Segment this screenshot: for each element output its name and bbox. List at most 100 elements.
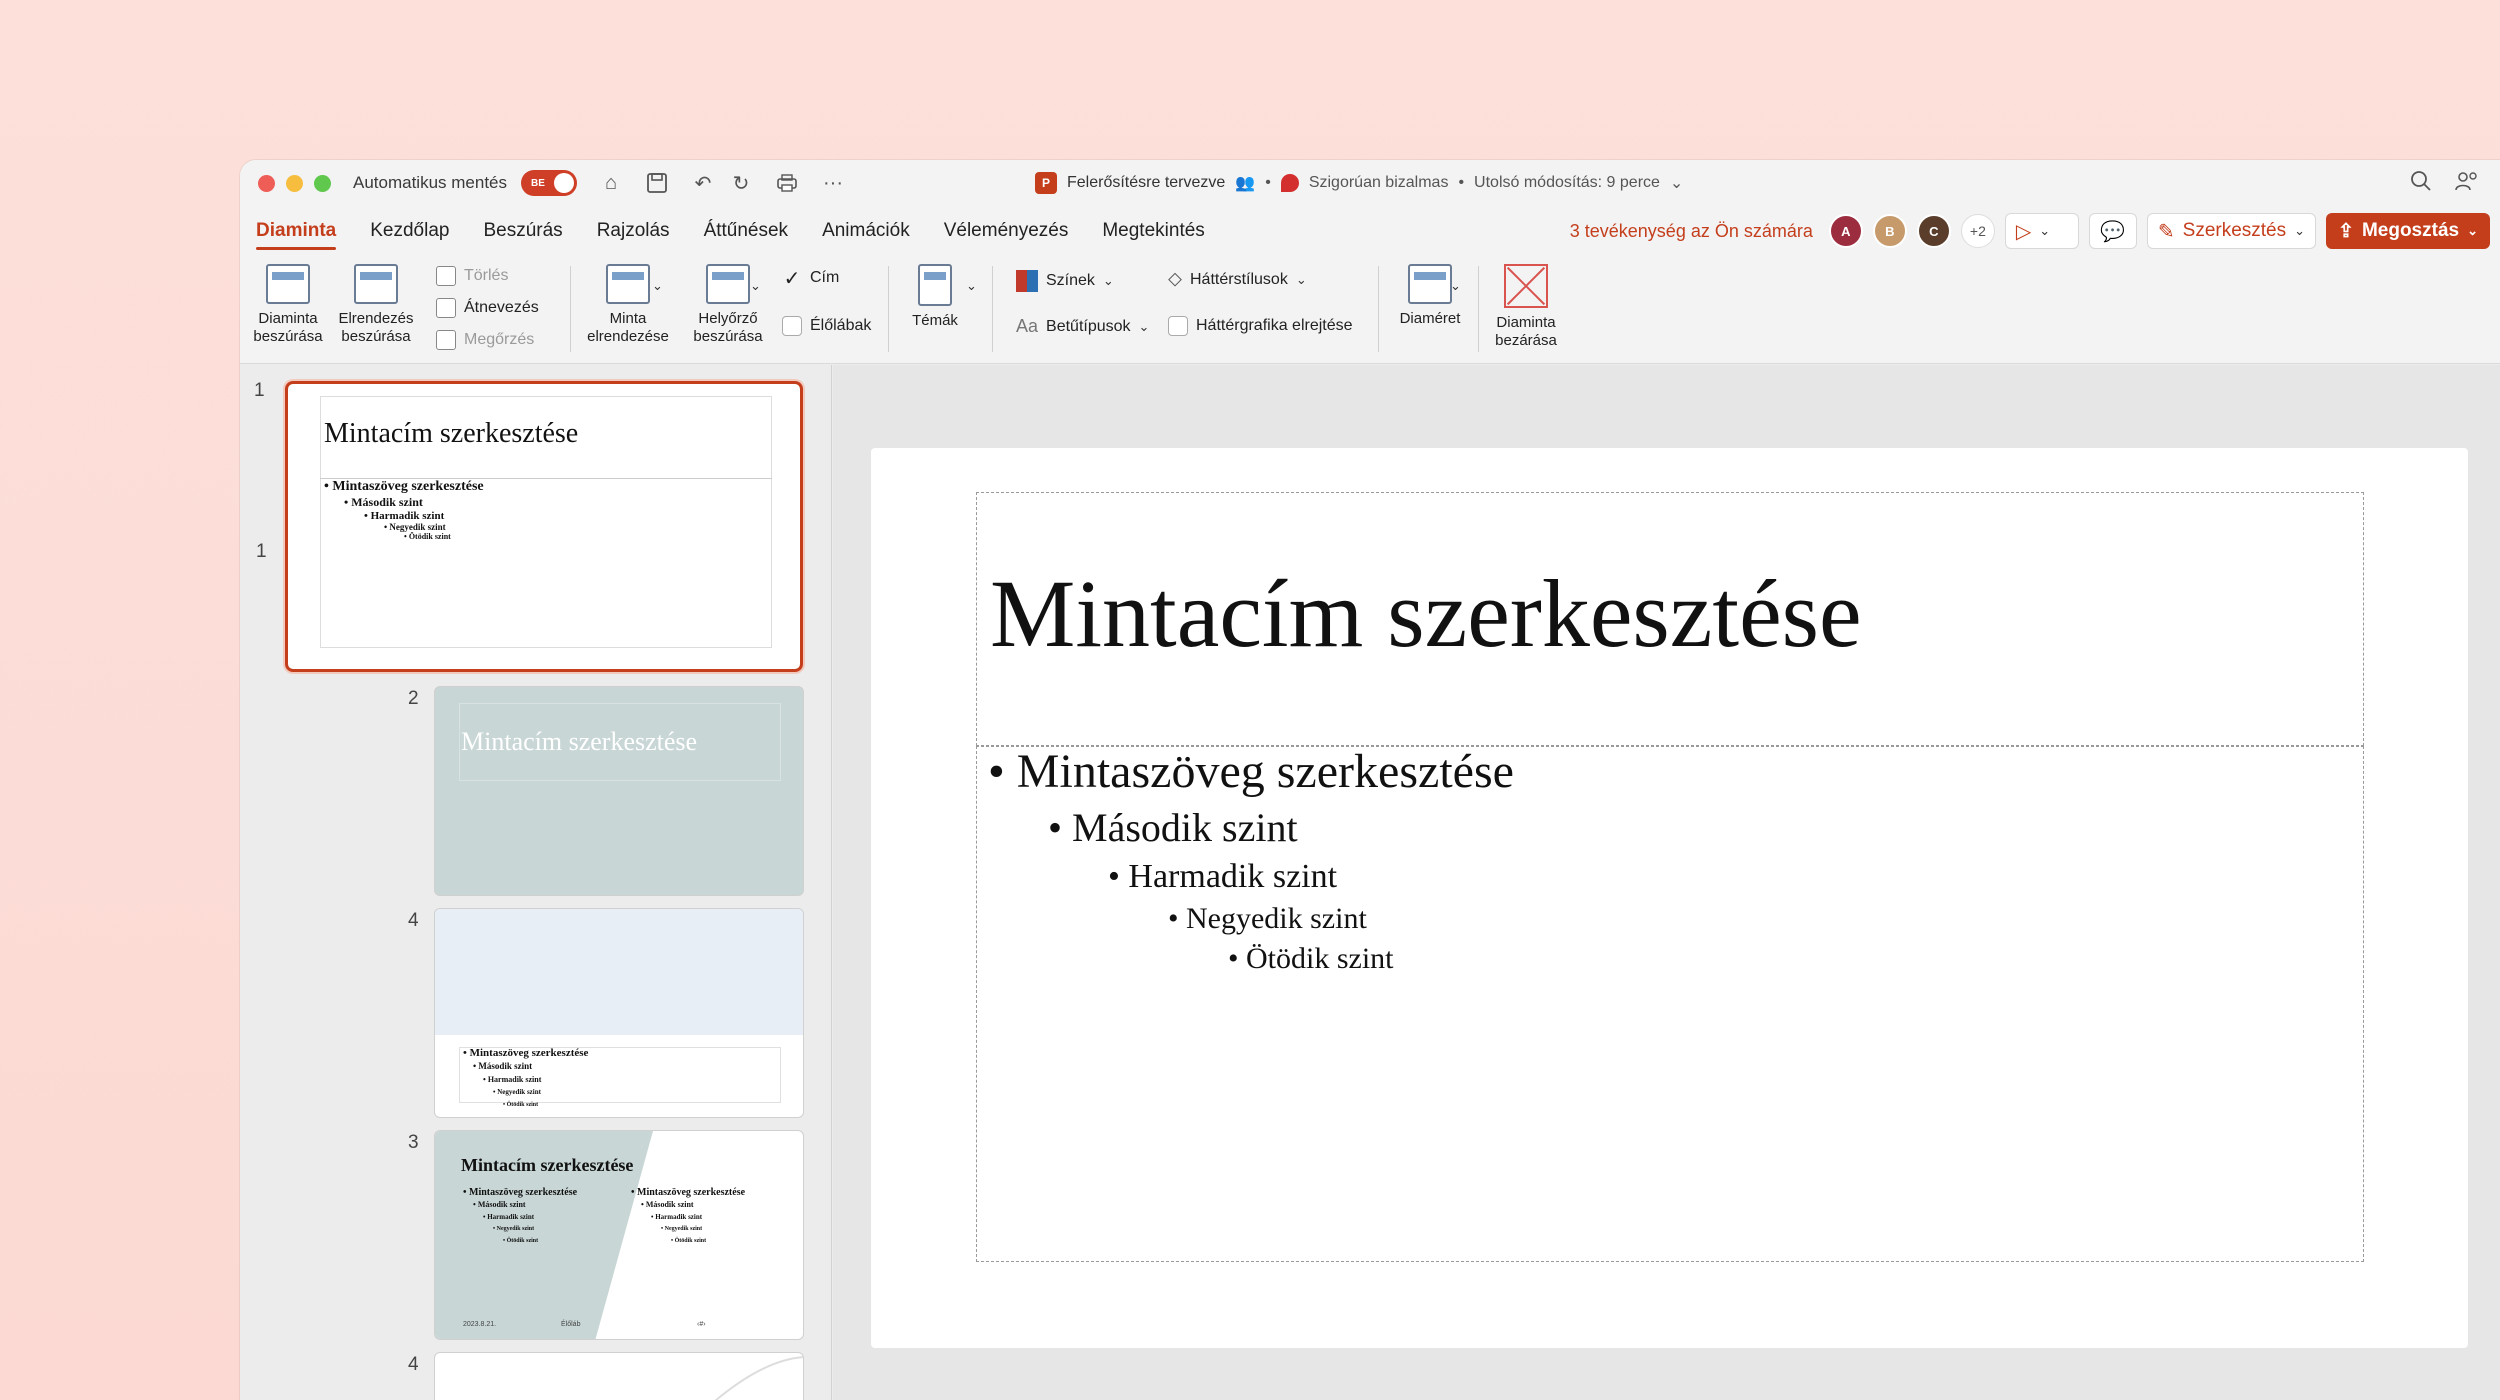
home-icon[interactable]: ⌂: [599, 171, 623, 195]
activity-link[interactable]: 3 tevékenység az Ön számára: [1570, 221, 1813, 242]
chevron-down-icon[interactable]: ⌄: [652, 278, 663, 294]
autosave-toggle-state: BE: [531, 177, 545, 189]
slide-size-button[interactable]: Diaméret: [1390, 264, 1470, 328]
body-level-4[interactable]: • Negyedik szint: [1168, 902, 1367, 936]
thumbnail-master[interactable]: Mintacím szerkesztése • Mintaszöveg szer…: [285, 381, 803, 672]
tab-kezdolap[interactable]: Kezdőlap: [370, 206, 449, 256]
checkmark-icon: ✓: [783, 267, 801, 290]
thumb-body-right: • Mintaszöveg szerkesztése • Második szi…: [631, 1187, 746, 1244]
more-icon[interactable]: ···: [821, 171, 845, 195]
thumbnail-layout[interactable]: Mintacím szerkesztése: [434, 686, 804, 896]
background-styles-button[interactable]: ⬦ Háttérstílusok ⌄: [1168, 268, 1307, 291]
thumb-title: Mintacím szerkesztése: [461, 727, 698, 756]
insert-master-button[interactable]: Diaminta beszúrása: [250, 264, 326, 346]
thumb-number: 1: [254, 380, 265, 401]
undo-icon[interactable]: ↶: [691, 171, 715, 195]
tab-rajzolas[interactable]: Rajzolás: [597, 206, 670, 256]
thumb-number: 3: [408, 1132, 419, 1153]
master-layout-button[interactable]: Minta elrendezése: [580, 264, 676, 346]
body-level-3[interactable]: • Harmadik szint: [1108, 858, 1337, 896]
close-icon: [1504, 264, 1548, 308]
tab-velemenyezes[interactable]: Véleményezés: [944, 206, 1069, 256]
fonts-button[interactable]: Aa Betűtípusok ⌄: [1016, 316, 1149, 337]
edit-mode-button[interactable]: ✎ Szerkesztés ⌄: [2146, 213, 2317, 249]
zoom-window-button[interactable]: [314, 174, 331, 192]
chevron-down-icon: ⌄: [1102, 273, 1114, 288]
title-checkbox[interactable]: ✓ Cím: [782, 267, 840, 290]
comments-button[interactable]: 💬: [2088, 213, 2137, 249]
sensitivity-icon: [1280, 174, 1299, 192]
share-button[interactable]: ⇪ Megosztás ⌄: [2326, 213, 2490, 249]
rename-button[interactable]: Átnevezés: [436, 298, 539, 318]
window-controls: [258, 174, 331, 192]
play-icon: ▷: [2015, 220, 2032, 243]
chevron-down-icon[interactable]: ⌄: [966, 278, 977, 294]
search-icon[interactable]: [2410, 170, 2432, 198]
hide-background-checkbox[interactable]: Háttérgrafika elrejtése: [1168, 316, 1353, 336]
ribbon: Diaminta beszúrása Elrendezés beszúrása …: [240, 256, 2500, 364]
tab-attunesek[interactable]: Áttűnések: [704, 206, 789, 256]
close-window-button[interactable]: [258, 174, 275, 192]
colors-button[interactable]: Színek ⌄: [1016, 270, 1114, 292]
rename-icon: [436, 298, 456, 318]
tab-megtekintes[interactable]: Megtekintés: [1102, 206, 1204, 256]
body-level-5[interactable]: • Ötödik szint: [1228, 942, 1394, 976]
thumbnail-layout[interactable]: • Mintaszöveg szerkesztése • Második szi…: [434, 908, 804, 1118]
chevron-down-icon[interactable]: ⌄: [750, 278, 761, 294]
more-collaborators[interactable]: +2: [1960, 214, 1995, 248]
thumb-title: Mintacím szerkesztése: [324, 418, 579, 449]
preserve-button[interactable]: Megőrzés: [436, 330, 534, 350]
themes-button[interactable]: Témák: [900, 264, 970, 330]
avatar[interactable]: C: [1916, 214, 1951, 248]
powerpoint-icon: P: [1035, 172, 1057, 194]
thumb-title: Mintacím szerkesztése: [461, 1155, 634, 1175]
autosave-toggle[interactable]: BE: [521, 170, 578, 196]
placeholder-icon: [706, 264, 750, 304]
slide-master-icon: [266, 264, 310, 304]
thumbnail-layout[interactable]: [434, 1352, 804, 1400]
account-settings-icon[interactable]: [2454, 170, 2478, 198]
delete-button[interactable]: Törlés: [436, 266, 508, 286]
header-right: 3 tevékenység az Ön számára A B C +2 ▷ ⌄ …: [1570, 206, 2500, 256]
save-icon[interactable]: [645, 171, 669, 195]
present-button[interactable]: ▷ ⌄: [2004, 213, 2079, 249]
master-layout-icon: [606, 264, 650, 304]
share-icon: ⇪: [2338, 220, 2354, 242]
body-level-1[interactable]: • Mintaszöveg szerkesztése: [988, 744, 1514, 799]
minimize-window-button[interactable]: [286, 174, 303, 192]
sensitivity-label[interactable]: Szigorúan bizalmas: [1309, 174, 1449, 192]
thumb-footer-text: Élőláb: [561, 1321, 581, 1328]
avatar[interactable]: B: [1872, 214, 1907, 248]
autosave-label: Automatikus mentés: [353, 173, 508, 192]
tab-diaminta[interactable]: Diaminta: [256, 206, 337, 256]
document-info: P Felerősítésre tervezve 👥 • Szigorúan b…: [1035, 160, 1683, 206]
checkbox-icon: [1168, 316, 1188, 336]
thumb-body: • Mintaszöveg szerkesztése • Második szi…: [463, 1187, 578, 1244]
chevron-down-icon[interactable]: ⌄: [1450, 278, 1461, 294]
chevron-down-icon: ⌄: [2467, 223, 2478, 238]
edit-mode-label: Szerkesztés: [2182, 220, 2287, 241]
redo-icon[interactable]: ↻: [729, 171, 753, 195]
preserve-icon: [436, 330, 456, 350]
checkbox-icon: [782, 316, 802, 336]
slide-title[interactable]: Mintacím szerkesztése: [990, 558, 1862, 669]
insert-layout-button[interactable]: Elrendezés beszúrása: [336, 264, 416, 346]
footers-checkbox[interactable]: Élőlábak: [782, 316, 871, 336]
body-level-2[interactable]: • Második szint: [1048, 804, 1298, 851]
thumbnail-layout[interactable]: Mintacím szerkesztése • Mintaszöveg szer…: [434, 1130, 804, 1340]
close-master-button[interactable]: Diaminta bezárása: [1486, 264, 1566, 350]
chevron-down-icon: ⌄: [1295, 271, 1307, 287]
layout-icon: [354, 264, 398, 304]
insert-placeholder-button[interactable]: Helyőrző beszúrása: [680, 264, 776, 346]
chevron-down-icon: ⌄: [1138, 318, 1150, 334]
tab-animaciok[interactable]: Animációk: [822, 206, 910, 256]
document-name[interactable]: Felerősítésre tervezve: [1067, 174, 1225, 192]
colors-icon: [1016, 270, 1038, 292]
chevron-down-icon[interactable]: ⌄: [1670, 173, 1683, 193]
share-label: Megosztás: [2361, 220, 2460, 241]
thumb-number: 4: [408, 910, 419, 931]
last-modified[interactable]: Utolsó módosítás: 9 perce: [1474, 174, 1660, 192]
avatar[interactable]: A: [1828, 214, 1863, 248]
tab-beszuras[interactable]: Beszúrás: [483, 206, 562, 256]
print-icon[interactable]: [775, 171, 799, 195]
